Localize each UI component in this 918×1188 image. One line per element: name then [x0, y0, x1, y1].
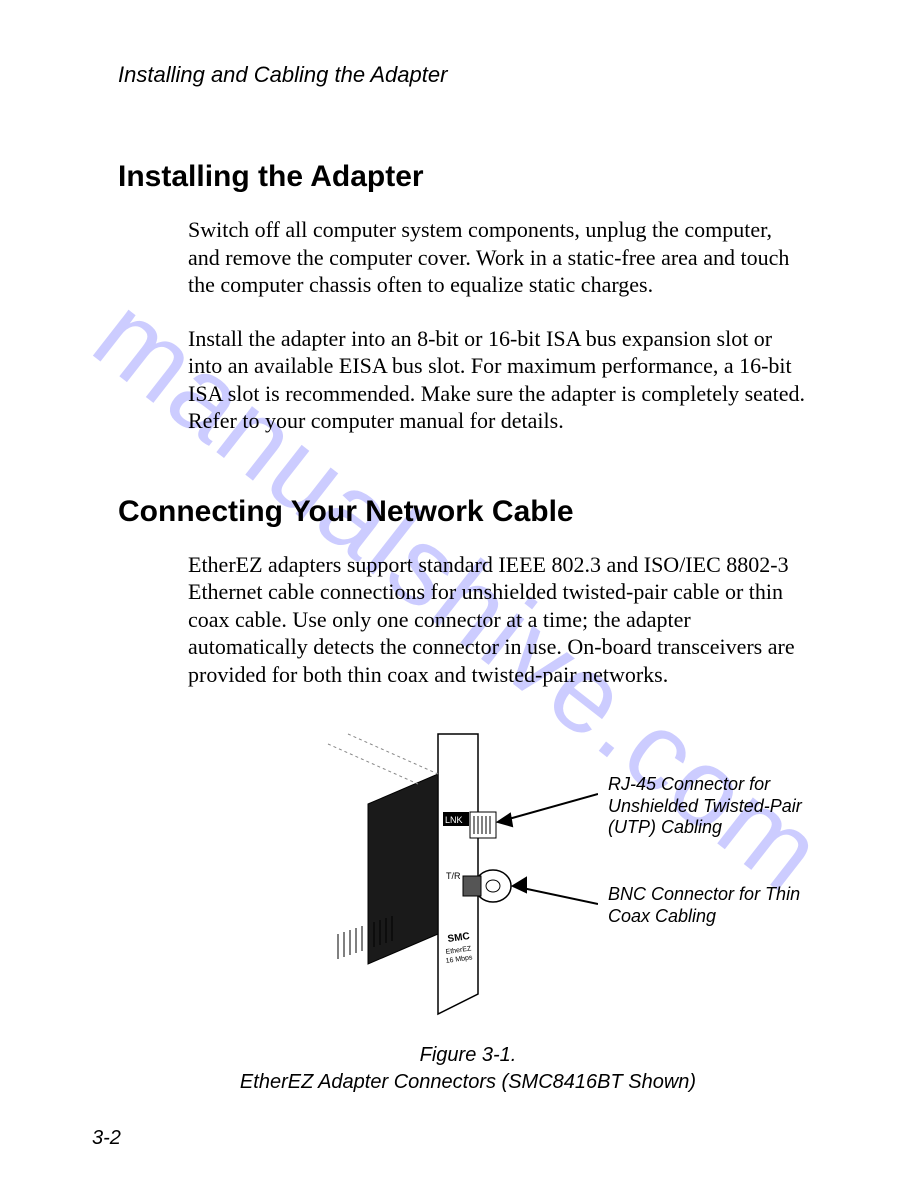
paragraph: Switch off all computer system component…	[188, 216, 808, 299]
paragraph: Install the adapter into an 8-bit or 16-…	[188, 325, 808, 435]
heading-connecting-cable: Connecting Your Network Cable	[118, 495, 818, 529]
figure-caption-line2: EtherEZ Adapter Connectors (SMC8416BT Sh…	[118, 1069, 818, 1096]
page-content: Installing and Cabling the Adapter Insta…	[118, 62, 818, 1096]
heading-installing-adapter: Installing the Adapter	[118, 160, 818, 194]
adapter-diagram-svg: LNK T/R	[278, 714, 598, 1034]
callout-bnc: BNC Connector for Thin Coax Cabling	[608, 884, 808, 927]
figure-caption: Figure 3-1. EtherEZ Adapter Connectors (…	[118, 1042, 818, 1096]
running-header: Installing and Cabling the Adapter	[118, 62, 818, 88]
figure-caption-line1: Figure 3-1.	[118, 1042, 818, 1069]
section-connecting-body: EtherEZ adapters support standard IEEE 8…	[188, 551, 808, 689]
document-page: manualshive.com Installing and Cabling t…	[0, 0, 918, 1188]
paragraph: EtherEZ adapters support standard IEEE 8…	[188, 551, 808, 689]
callout-rj45: RJ-45 Connector for Unshielded Twisted-P…	[608, 774, 808, 839]
section-installing-body: Switch off all computer system component…	[188, 216, 808, 435]
page-number: 3-2	[92, 1127, 121, 1150]
label-lnk: LNK	[445, 815, 463, 825]
label-tr: T/R	[446, 871, 461, 881]
figure-adapter-connectors: LNK T/R	[118, 714, 818, 1034]
